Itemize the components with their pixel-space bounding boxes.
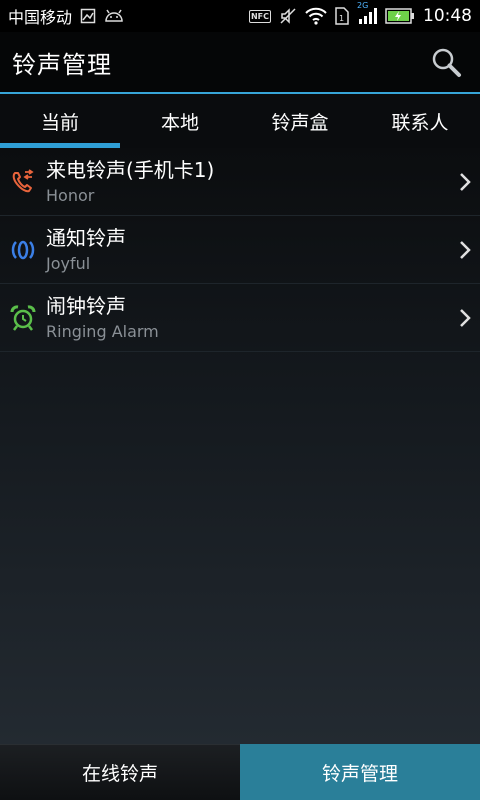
status-right: NFC 1 2G 10:48 — [248, 1, 472, 26]
item-title: 来电铃声(手机卡1) — [46, 157, 215, 182]
network-type-label: 2G — [357, 1, 369, 10]
tab-bar: 当前 本地 铃声盒 联系人 — [0, 94, 480, 148]
tab-ringtone-box[interactable]: 铃声盒 — [240, 94, 360, 148]
item-subtitle: Joyful — [46, 253, 91, 273]
sim-icon: 1 — [335, 7, 349, 25]
signal-icon: 2G — [357, 1, 377, 25]
item-subtitle: Honor — [46, 185, 95, 205]
tab-label: 铃声盒 — [271, 111, 329, 134]
tab-contacts[interactable]: 联系人 — [360, 94, 480, 148]
status-bar: 中国移动 NFC 1 2G 10:48 — [0, 0, 480, 32]
chevron-right-icon — [460, 172, 471, 191]
page-title: 铃声管理 — [12, 50, 112, 79]
search-icon — [432, 48, 461, 77]
notification-speaker-icon — [11, 240, 35, 259]
list-item-alarm-ringtone[interactable]: 闹钟铃声 Ringing Alarm — [0, 284, 480, 352]
picture-icon — [80, 8, 96, 24]
nfc-icon: NFC — [248, 9, 271, 23]
list-item-notification-ringtone[interactable]: 通知铃声 Joyful — [0, 216, 480, 284]
online-ringtones-button[interactable]: 在线铃声 — [0, 744, 240, 800]
tab-local[interactable]: 本地 — [120, 94, 240, 148]
android-icon — [104, 9, 124, 23]
ringtone-list: 来电铃声(手机卡1) Honor 通知铃声 Joyful 闹钟铃声 Ringin… — [0, 148, 480, 744]
bottom-nav-label: 在线铃声 — [81, 763, 158, 785]
phone-call-icon — [12, 168, 34, 192]
bottom-nav: 在线铃声 铃声管理 — [0, 744, 480, 800]
item-title: 闹钟铃声 — [46, 293, 126, 318]
chevron-right-icon — [460, 308, 471, 327]
tab-label: 联系人 — [391, 111, 449, 134]
clock: 10:48 — [423, 6, 472, 26]
tab-label: 本地 — [160, 111, 199, 134]
alarm-clock-icon — [10, 304, 36, 331]
search-button[interactable] — [424, 40, 468, 84]
carrier-label: 中国移动 — [8, 8, 73, 27]
ringtone-manage-button[interactable]: 铃声管理 — [240, 744, 480, 800]
bottom-nav-label: 铃声管理 — [321, 762, 398, 785]
title-bar: 铃声管理 — [0, 32, 480, 92]
svg-text:1: 1 — [339, 14, 344, 23]
tab-current[interactable]: 当前 — [0, 94, 120, 148]
battery-icon — [385, 8, 415, 24]
wifi-icon — [305, 7, 327, 25]
tab-label: 当前 — [40, 111, 79, 134]
item-subtitle: Ringing Alarm — [46, 321, 159, 341]
status-left: 中国移动 — [8, 4, 124, 28]
mute-icon — [279, 7, 297, 25]
chevron-right-icon — [460, 240, 471, 259]
list-item-call-ringtone[interactable]: 来电铃声(手机卡1) Honor — [0, 148, 480, 216]
item-title: 通知铃声 — [46, 225, 126, 250]
